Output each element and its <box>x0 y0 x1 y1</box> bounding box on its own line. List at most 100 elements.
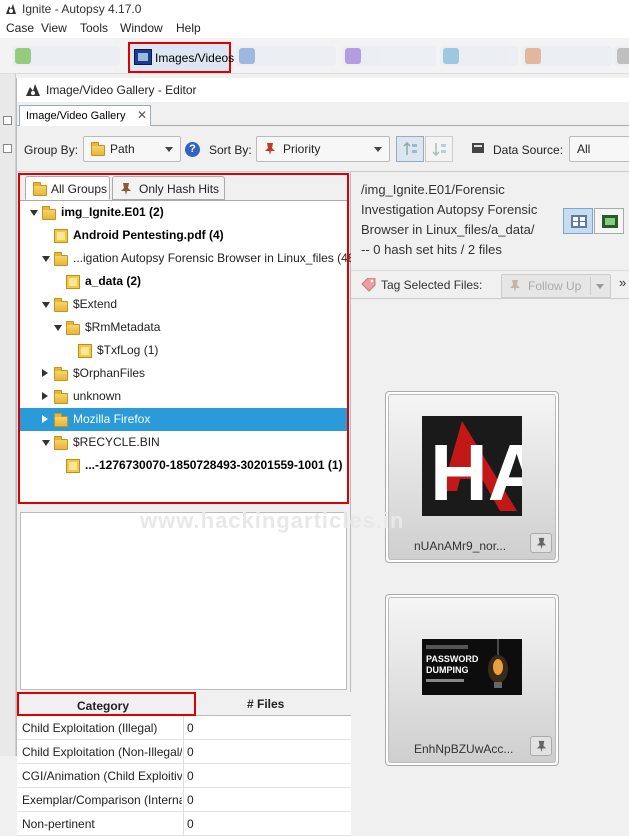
group-by-select[interactable]: Path <box>83 136 181 162</box>
column-divider <box>183 812 184 836</box>
table-row[interactable]: CGI/Animation (Child Exploitive) 0 <box>17 764 351 788</box>
discovery-button[interactable] <box>522 46 612 66</box>
editor-tab-row: Image/Video Gallery ✕ <box>17 102 629 127</box>
geolocation-button[interactable] <box>342 46 436 66</box>
table-row[interactable]: Child Exploitation (Illegal) 0 <box>17 716 351 740</box>
category-count: 0 <box>187 793 194 807</box>
sort-by-value: Priority <box>283 142 321 156</box>
follow-up-label: Follow Up <box>528 279 582 293</box>
sort-by-label: Sort By: <box>209 143 252 157</box>
category-count: 0 <box>187 721 194 735</box>
close-icon[interactable]: ✕ <box>137 108 147 122</box>
tag-selected-files-label: Tag Selected Files: <box>381 278 483 292</box>
thumbnail-caption: nUAnAMr9_nor... <box>414 539 507 553</box>
group-path-text: /img_Ignite.E01/Forensic Investigation A… <box>361 180 551 260</box>
folder-icon <box>91 142 105 156</box>
images-videos-label: Images/Videos <box>155 51 235 65</box>
tree-highlight-box <box>18 173 349 504</box>
pushpin-icon <box>510 280 520 292</box>
column-divider <box>183 740 184 764</box>
svg-text:HA: HA <box>430 428 522 516</box>
tag-icon <box>361 278 376 292</box>
category-count: 0 <box>187 817 194 831</box>
category-name: Non-pertinent <box>22 817 95 831</box>
chevron-down-icon <box>374 147 382 152</box>
tab-image-video-gallery[interactable]: Image/Video Gallery ✕ <box>19 105 151 127</box>
thumbnail-caption: EnhNpBZUwAcc... <box>414 742 514 756</box>
menu-help[interactable]: Help <box>176 21 201 35</box>
tag-row: Tag Selected Files: Follow Up » <box>351 270 629 298</box>
gallery-editor-window: Image/Video Gallery - Editor Image/Video… <box>16 78 629 836</box>
sort-descending-icon <box>432 143 446 157</box>
category-table: Category # Files Child Exploitation (Ill… <box>17 692 351 836</box>
gallery-icon <box>134 49 152 65</box>
divider <box>590 277 591 295</box>
category-count: 0 <box>187 745 194 759</box>
left-dock-strip <box>0 74 16 756</box>
grid-icon <box>571 215 587 228</box>
category-count: 0 <box>187 769 194 783</box>
pushpin-icon <box>536 537 547 550</box>
add-data-source-button[interactable] <box>12 46 120 66</box>
overflow-button[interactable] <box>614 46 629 66</box>
chevron-down-icon[interactable] <box>596 284 604 289</box>
column-divider <box>183 788 184 812</box>
menu-window[interactable]: Window <box>120 21 163 35</box>
app-title: Ignite - Autopsy 4.17.0 <box>22 2 142 16</box>
path-line: Browser in Linux_files/a_data/ <box>361 222 535 237</box>
sort-by-select[interactable]: Priority <box>256 136 390 162</box>
menu-tools[interactable]: Tools <box>80 21 108 35</box>
category-name: Child Exploitation (Illegal) <box>22 721 158 735</box>
category-table-header: Category # Files <box>17 692 351 716</box>
editor-title: Image/Video Gallery - Editor <box>46 83 197 97</box>
communications-button[interactable] <box>236 46 336 66</box>
category-name: Exemplar/Comparison (Internal Use Only) <box>22 793 182 807</box>
table-row[interactable]: Child Exploitation (Non-Illegal/Age Diff… <box>17 740 351 764</box>
data-source-icon <box>472 143 484 153</box>
app-title-bar: Ignite - Autopsy 4.17.0 <box>0 0 629 18</box>
table-row[interactable]: Non-pertinent 0 <box>17 812 351 836</box>
thumbnail-tile[interactable]: PASSWORD DUMPING EnhNpBZUwAcc... <box>385 594 559 766</box>
category-name: Child Exploitation (Non-Illegal/Age Diff… <box>22 745 182 759</box>
thumbnail-tile[interactable]: HA nUAnAMr9_nor... <box>385 391 559 563</box>
gallery-toolbar: Group By: Path ? Sort By: Priority Data … <box>17 126 629 172</box>
images-videos-button[interactable]: Images/Videos <box>128 42 235 73</box>
more-options-button[interactable]: » <box>619 275 626 290</box>
help-icon[interactable]: ? <box>185 142 200 157</box>
timeline-button[interactable] <box>440 46 518 66</box>
menu-case[interactable]: Case <box>6 21 34 35</box>
path-line: /img_Ignite.E01/Forensic <box>361 182 505 197</box>
collapse-icon[interactable] <box>3 116 12 125</box>
data-source-label: Data Source: <box>493 143 564 157</box>
watermark-text: www.hackingarticles.in <box>140 508 405 533</box>
view-mode-buttons <box>563 208 625 234</box>
sort-ascending-button[interactable] <box>396 136 424 162</box>
data-source-select[interactable]: All <box>569 136 629 162</box>
autopsy-logo-icon <box>6 4 16 14</box>
gallery-panel: /img_Ignite.E01/Forensic Investigation A… <box>351 172 629 766</box>
sort-ascending-icon <box>403 141 417 155</box>
pushpin-icon <box>536 740 547 753</box>
menu-view[interactable]: View <box>41 21 67 35</box>
column-divider <box>183 764 184 788</box>
tag-file-button[interactable] <box>530 533 552 553</box>
main-toolbar <box>0 38 629 74</box>
hash-hits-summary: -- 0 hash set hits / 2 files <box>361 242 502 257</box>
follow-up-tag-button[interactable]: Follow Up <box>501 274 611 298</box>
column-header-category[interactable]: Category <box>17 692 196 716</box>
tag-file-button[interactable] <box>530 736 552 756</box>
sort-descending-button[interactable] <box>425 136 453 162</box>
thumbnail-text: PASSWORD <box>426 654 479 664</box>
column-header-files[interactable]: # Files <box>247 697 284 711</box>
slideshow-view-button[interactable] <box>594 208 624 234</box>
chevron-down-icon <box>165 147 173 152</box>
path-line: Investigation Autopsy Forensic <box>361 202 538 217</box>
expand-icon[interactable] <box>3 144 12 153</box>
autopsy-logo-icon <box>26 84 40 96</box>
group-by-label: Group By: <box>24 143 79 157</box>
table-row[interactable]: Exemplar/Comparison (Internal Use Only) 0 <box>17 788 351 812</box>
data-source-value: All <box>577 142 591 156</box>
category-name: CGI/Animation (Child Exploitive) <box>22 769 182 783</box>
grid-view-button[interactable] <box>563 208 593 234</box>
groups-panel: All Groups Only Hash Hits img_Ignite.E01… <box>17 172 358 836</box>
